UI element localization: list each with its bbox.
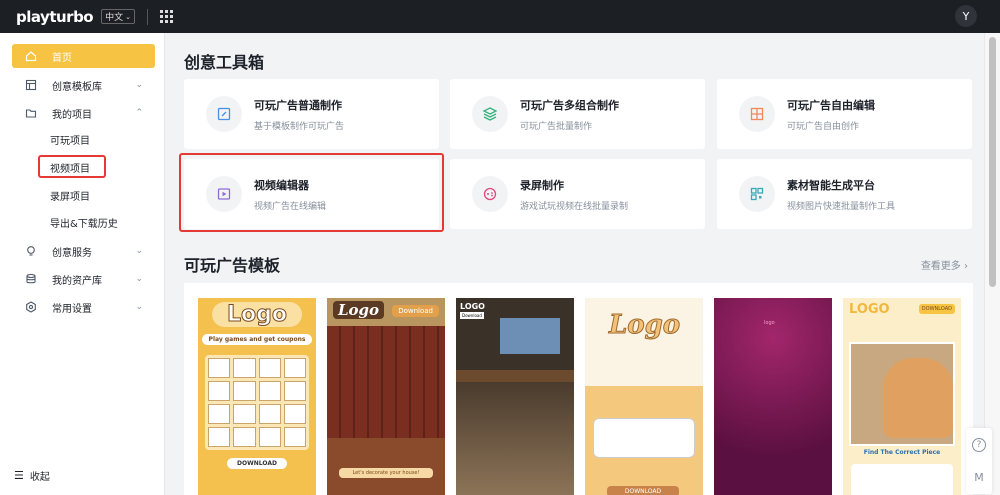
sidebar: 首页 创意模板库 ⌄ 我的项目 ⌃ 可玩项目 视频项目 录屏项目 导出&下载历史… xyxy=(0,33,165,495)
sidebar-item-asset-library[interactable]: 我的资产库 ⌄ xyxy=(12,267,155,291)
card-desc: 基于模板制作可玩广告 xyxy=(254,121,345,132)
template-button: DOWNLOAD xyxy=(918,304,955,314)
folder-icon xyxy=(24,106,38,120)
chevron-down-icon: ⌄ xyxy=(135,246,143,256)
sidebar-item-my-projects[interactable]: 我的项目 ⌃ xyxy=(12,101,155,125)
template-text: Play games and get coupons xyxy=(202,334,312,345)
templates-title: 可玩广告模板 xyxy=(184,256,281,275)
floating-toolbar: ? M xyxy=(966,428,992,494)
qr-grid-icon xyxy=(739,176,775,212)
template-logo: logo xyxy=(764,320,775,326)
main-content: 创意工具箱 可玩广告普通制作 基于模板制作可玩广告 可玩广告多组合制作 可玩广告批量… xyxy=(166,33,980,495)
card-smart-generation[interactable]: 素材智能生成平台视频图片快速批量制作工具 xyxy=(717,159,972,229)
sidebar-item-label: 我的资产库 xyxy=(52,275,102,287)
card-screen-recording[interactable]: 录屏制作游戏试玩视频在线批量录制 xyxy=(450,159,705,229)
scrollbar-thumb[interactable] xyxy=(989,37,996,287)
card-title: 素材智能生成平台 xyxy=(787,178,875,192)
card-desc: 可玩广告批量制作 xyxy=(520,121,593,132)
language-selector[interactable]: 中文 ⌄ xyxy=(101,9,135,24)
sidebar-item-settings[interactable]: 常用设置 ⌄ xyxy=(12,295,155,319)
card-playable-multi[interactable]: 可玩广告多组合制作 可玩广告批量制作 xyxy=(450,79,705,149)
highlight-box xyxy=(38,155,106,178)
sidebar-subitem-playable[interactable]: 可玩项目 xyxy=(50,129,90,149)
sidebar-item-label: 常用设置 xyxy=(52,303,92,315)
sidebar-item-label: 创意模板库 xyxy=(52,81,102,93)
sidebar-item-home[interactable]: 首页 xyxy=(12,44,155,68)
chevron-down-icon: ⌄ xyxy=(135,302,143,312)
card-title: 可玩广告普通制作 xyxy=(254,98,342,112)
card-playable-free-edit[interactable]: 可玩广告自由编辑 可玩广告自由创作 xyxy=(717,79,972,149)
brand-logo[interactable]: playturbo xyxy=(16,8,94,26)
page-scrollbar[interactable] xyxy=(984,33,1000,495)
top-bar: playturbo 中文 ⌄ Y xyxy=(0,0,1000,33)
card-desc: 游戏试玩视频在线批量录制 xyxy=(520,201,629,212)
template-text: Let's decorate your house! xyxy=(339,468,433,478)
template-gallery: Logo Play games and get coupons DOWNLOAD… xyxy=(184,283,973,495)
collapse-label: 收起 xyxy=(29,472,50,483)
collapse-button[interactable]: ☰ 收起 xyxy=(14,468,50,483)
template-card-desk[interactable]: LOGO Download xyxy=(456,298,574,495)
template-logo: LOGO xyxy=(849,302,890,317)
card-title: 可玩广告多组合制作 xyxy=(520,98,619,112)
home-icon xyxy=(24,49,38,63)
sidebar-item-label: 首页 xyxy=(52,52,72,64)
sidebar-item-creative-services[interactable]: 创意服务 ⌄ xyxy=(12,239,155,263)
card-title: 可玩广告自由编辑 xyxy=(787,98,875,112)
template-icon xyxy=(24,78,38,92)
avatar[interactable]: Y xyxy=(955,5,977,27)
card-desc: 视频图片快速批量制作工具 xyxy=(787,201,896,212)
template-text: Find The Correct Piece xyxy=(863,449,941,456)
chevron-down-icon: ⌄ xyxy=(135,274,143,284)
sidebar-subitem-export-history[interactable]: 导出&下载历史 xyxy=(50,212,118,232)
database-icon xyxy=(24,272,38,286)
template-card-house[interactable]: Logo Download Let's decorate your house! xyxy=(327,298,445,495)
sidebar-subitem-recording[interactable]: 录屏项目 xyxy=(50,185,90,205)
gamepad-icon xyxy=(472,176,508,212)
template-card-characters[interactable]: Logo DOWNLOAD xyxy=(585,298,703,495)
language-label: 中文 xyxy=(105,13,124,23)
card-playable-standard[interactable]: 可玩广告普通制作 基于模板制作可玩广告 xyxy=(184,79,439,149)
sidebar-item-label: 创意服务 xyxy=(52,247,92,259)
chevron-up-icon: ⌃ xyxy=(135,108,143,118)
watch-grid xyxy=(205,355,309,450)
template-logo: LOGO xyxy=(460,302,485,311)
gear-icon xyxy=(24,300,38,314)
mail-icon[interactable]: M xyxy=(974,471,984,484)
card-title: 录屏制作 xyxy=(520,178,564,192)
template-button: DOWNLOAD xyxy=(607,486,679,495)
template-card-watches[interactable]: Logo Play games and get coupons DOWNLOAD xyxy=(198,298,316,495)
template-logo: Logo xyxy=(609,310,681,341)
divider xyxy=(147,8,148,25)
apps-grid-icon[interactable] xyxy=(160,10,173,23)
chevron-down-icon: ⌄ xyxy=(125,12,131,21)
template-button: Download xyxy=(392,305,439,317)
card-desc: 可玩广告自由创作 xyxy=(787,121,860,132)
template-logo: Logo xyxy=(333,301,385,319)
layout-icon xyxy=(739,96,775,132)
edit-square-icon xyxy=(206,96,242,132)
help-icon[interactable]: ? xyxy=(972,437,986,452)
sidebar-item-template-library[interactable]: 创意模板库 ⌄ xyxy=(12,73,155,97)
chevron-down-icon: ⌄ xyxy=(135,80,143,90)
highlight-box xyxy=(179,153,444,232)
toolbox-title: 创意工具箱 xyxy=(184,53,265,72)
template-button: DOWNLOAD xyxy=(227,458,287,469)
template-card-purple[interactable]: logo xyxy=(714,298,832,495)
view-more-link[interactable]: 查看更多 › xyxy=(921,257,968,272)
bulb-icon xyxy=(24,244,38,258)
layers-icon xyxy=(472,96,508,132)
sidebar-item-label: 我的项目 xyxy=(52,109,92,121)
collapse-icon: ☰ xyxy=(14,469,24,482)
template-logo: Logo xyxy=(212,302,302,328)
template-card-puzzle[interactable]: LOGO DOWNLOAD Find The Correct Piece xyxy=(843,298,961,495)
template-button: Download xyxy=(460,312,484,319)
